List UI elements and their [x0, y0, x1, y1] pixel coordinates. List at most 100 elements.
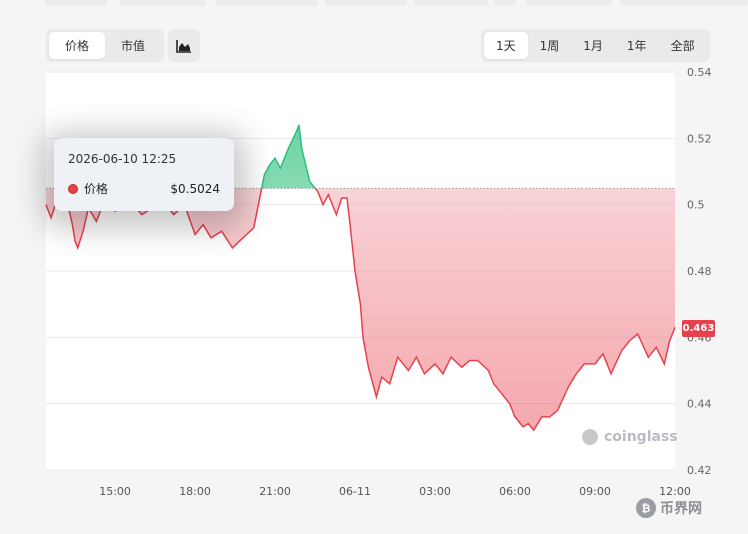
data-point: [202, 224, 203, 225]
data-point: [669, 340, 670, 341]
x-tick-label: 03:00: [419, 485, 451, 498]
data-point: [488, 370, 489, 371]
data-point: [346, 197, 347, 198]
data-point: [424, 373, 425, 374]
data-point: [434, 363, 435, 364]
tooltip-series-label: 价格: [84, 182, 109, 196]
data-point: [522, 426, 523, 427]
data-point: [376, 396, 377, 397]
coinglass-logo-icon: [582, 429, 598, 445]
data-point: [557, 410, 558, 411]
data-point: [354, 270, 355, 271]
x-tick-label: 21:00: [259, 485, 291, 498]
data-point: [416, 357, 417, 358]
data-point: [96, 221, 97, 222]
data-point: [264, 174, 265, 175]
data-point: [336, 214, 337, 215]
data-point: [389, 383, 390, 384]
data-point: [74, 241, 75, 242]
data-point: [232, 247, 233, 248]
tooltip-value: $0.5024: [170, 181, 220, 196]
data-point: [514, 416, 515, 417]
data-point: [493, 383, 494, 384]
data-point: [210, 237, 211, 238]
data-point: [45, 204, 46, 205]
x-tick-label: 06-11: [339, 485, 371, 498]
data-point: [221, 231, 222, 232]
data-point: [469, 360, 470, 361]
data-point: [477, 360, 478, 361]
data-point: [77, 247, 78, 248]
data-point: [242, 237, 243, 238]
data-point: [621, 350, 622, 351]
data-point: [360, 304, 361, 305]
data-point: [408, 370, 409, 371]
y-tick-label: 0.48: [687, 265, 712, 278]
y-tick-label: 0.44: [687, 398, 712, 411]
site-logo: ₿ 币界网: [636, 498, 702, 518]
x-tick-label: 12:00: [659, 485, 691, 498]
data-point: [301, 148, 302, 149]
data-point: [576, 373, 577, 374]
data-point: [349, 221, 350, 222]
data-point: [568, 386, 569, 387]
x-tick-label: 06:00: [499, 485, 531, 498]
data-point: [328, 194, 329, 195]
tooltip-date: 2026-06-10 12:25: [68, 152, 177, 166]
site-logo-text: 币界网: [660, 501, 702, 517]
data-point: [610, 373, 611, 374]
y-tick-label: 0.42: [687, 464, 712, 477]
data-point: [656, 347, 657, 348]
data-point: [72, 224, 73, 225]
data-point: [549, 416, 550, 417]
data-point: [533, 430, 534, 431]
data-point: [629, 340, 630, 341]
data-point: [528, 423, 529, 424]
data-point: [322, 204, 323, 205]
x-tick-label: 09:00: [579, 485, 611, 498]
data-point: [584, 363, 585, 364]
data-point: [50, 217, 51, 218]
price-tooltip: 2026-06-10 12:25 价格 $0.5024: [54, 138, 234, 211]
data-point: [269, 164, 270, 165]
x-tick-label: 18:00: [179, 485, 211, 498]
coinglass-watermark: coinglass: [582, 429, 678, 445]
data-point: [594, 363, 595, 364]
y-tick-label: 0.5: [687, 199, 705, 212]
data-point: [141, 214, 142, 215]
data-point: [509, 403, 510, 404]
data-point: [541, 416, 542, 417]
x-tick-label: 15:00: [99, 485, 131, 498]
series-dot-icon: [68, 183, 78, 194]
data-point: [362, 337, 363, 338]
data-point: [501, 393, 502, 394]
data-point: [442, 373, 443, 374]
data-point: [253, 227, 254, 228]
data-point: [296, 131, 297, 132]
y-tick-label: 0.54: [687, 66, 712, 79]
data-point: [298, 124, 299, 125]
data-point: [461, 367, 462, 368]
data-point: [173, 214, 174, 215]
data-point: [309, 181, 310, 182]
price-chart[interactable]: 0.420.440.460.480.50.520.5415:00 18:00 21:…: [0, 0, 748, 534]
bitcoin-logo-icon: ₿: [636, 498, 656, 518]
current-price-tag: 0.463: [682, 320, 715, 337]
data-point: [194, 234, 195, 235]
data-point: [317, 191, 318, 192]
data-point: [602, 353, 603, 354]
data-point: [368, 367, 369, 368]
data-point: [261, 187, 262, 188]
watermark-text: coinglass: [604, 429, 678, 445]
data-point: [674, 327, 675, 328]
data-point: [450, 357, 451, 358]
data-point: [82, 231, 83, 232]
data-point: [381, 377, 382, 378]
data-point: [397, 357, 398, 358]
data-point: [274, 158, 275, 159]
data-point: [288, 148, 289, 149]
data-point: [280, 168, 281, 169]
data-point: [341, 197, 342, 198]
data-point: [648, 357, 649, 358]
data-point: [664, 363, 665, 364]
